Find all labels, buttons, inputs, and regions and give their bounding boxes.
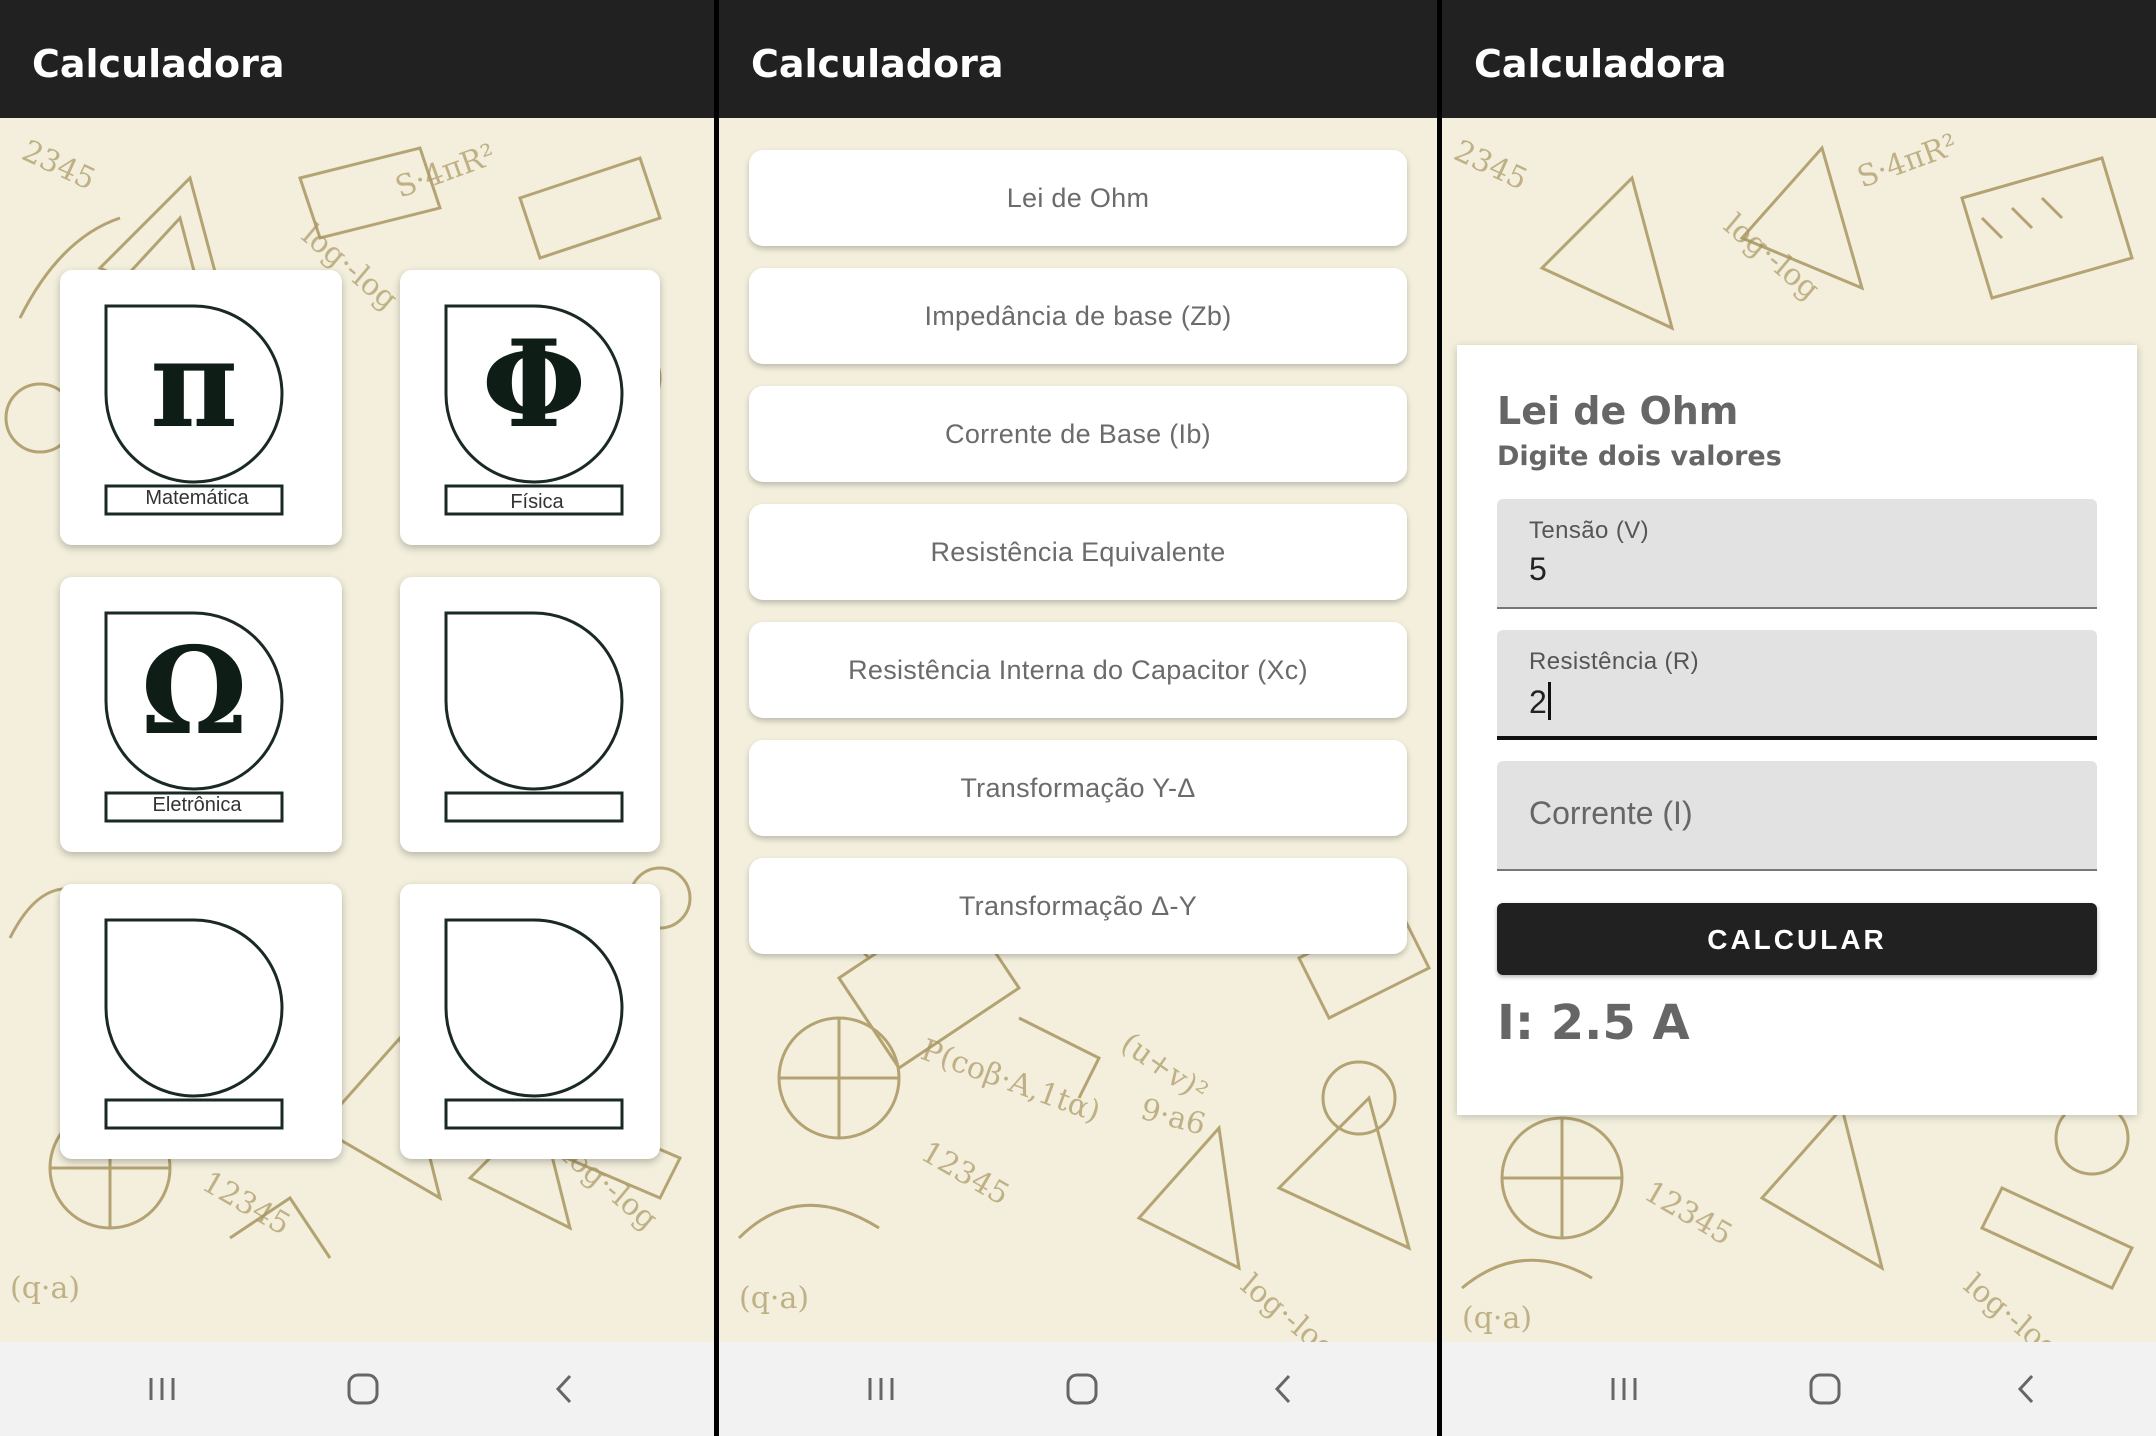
system-nav-bar [719, 1342, 1437, 1436]
svg-text:log·-log: log·-log [1957, 1267, 2066, 1342]
back-icon[interactable] [1259, 1364, 1309, 1414]
svg-text:12345: 12345 [915, 1135, 1015, 1213]
pi-icon: π [150, 314, 238, 455]
tile-empty[interactable] [400, 884, 660, 1159]
screen-categories: Calculadora 2345 S·4πR² log·-log 12345 l… [0, 0, 714, 1436]
tile-matematica[interactable]: π Matemática [60, 270, 342, 545]
voltage-field[interactable]: Tensão (V) 5 [1497, 499, 2097, 609]
home-icon[interactable] [1057, 1364, 1107, 1414]
tile-label: Matemática [145, 487, 249, 509]
ohms-law-card: Lei de Ohm Digite dois valores Tensão (V… [1457, 345, 2137, 1115]
card-subtitle: Digite dois valores [1497, 441, 1782, 472]
omega-icon: Ω [140, 621, 248, 762]
svg-text:(q·a): (q·a) [1462, 1301, 1532, 1336]
voltage-field-label: Tensão (V) [1529, 517, 1650, 544]
tile-empty[interactable] [400, 577, 660, 852]
recent-apps-icon[interactable] [856, 1364, 906, 1414]
svg-text:12345: 12345 [1638, 1175, 1738, 1253]
text-cursor [1547, 682, 1551, 720]
back-icon[interactable] [2002, 1364, 2052, 1414]
tile-eletronica[interactable]: Ω Eletrônica [60, 577, 342, 852]
svg-text:log·-log: log·-log [1717, 207, 1826, 307]
screen-electronics-list: Calculadora P(coβ·A,1tα) (u+v)² 9·a6 123… [719, 0, 1437, 1436]
resistance-field-label: Resistência (R) [1529, 648, 1700, 675]
badge-outline-icon [104, 918, 284, 1130]
list-item-corrente-de-base[interactable]: Corrente de Base (Ib) [749, 386, 1407, 482]
list-item-resistencia-equivalente[interactable]: Resistência Equivalente [749, 504, 1407, 600]
tile-empty[interactable] [60, 884, 342, 1159]
screen-ohms-law: Calculadora 2345 S·4πR² log·-log 12345 l… [1442, 0, 2156, 1436]
phi-icon: Φ [481, 314, 587, 455]
tile-label: Eletrônica [152, 794, 242, 816]
resistance-field[interactable]: Resistência (R) 2 [1497, 630, 2097, 740]
resistance-field-content: 2 [1529, 682, 1551, 721]
svg-text:(q·a): (q·a) [739, 1281, 809, 1316]
tile-fisica[interactable]: Φ Física [400, 270, 660, 545]
list-item-impedancia-de-base[interactable]: Impedância de base (Zb) [749, 268, 1407, 364]
home-icon[interactable] [338, 1364, 388, 1414]
voltage-field-value: 5 [1529, 551, 1547, 587]
svg-text:log·-log: log·-log [1234, 1267, 1343, 1342]
badge-outline-icon [444, 918, 624, 1130]
svg-text:2345: 2345 [17, 134, 101, 198]
result-text: I: 2.5 A [1497, 995, 1690, 1051]
svg-text:S·4πR²: S·4πR² [1853, 127, 1962, 195]
home-icon[interactable] [1800, 1364, 1850, 1414]
svg-text:(q·a): (q·a) [10, 1271, 80, 1306]
current-field-placeholder: Corrente (I) [1529, 795, 1693, 831]
list-item-resistencia-interna-capacitor[interactable]: Resistência Interna do Capacitor (Xc) [749, 622, 1407, 718]
calcular-button[interactable]: CALCULAR [1497, 903, 2097, 975]
svg-text:S·4πR²: S·4πR² [391, 137, 500, 205]
svg-text:2345: 2345 [1449, 134, 1533, 198]
card-title: Lei de Ohm [1497, 389, 1739, 433]
recent-apps-icon[interactable] [137, 1364, 187, 1414]
back-icon[interactable] [540, 1364, 590, 1414]
recent-apps-icon[interactable] [1599, 1364, 1649, 1414]
system-nav-bar [0, 1342, 714, 1436]
app-bar-title: Calculadora [1442, 0, 2156, 118]
current-field[interactable]: Corrente (I) [1497, 761, 2097, 871]
list-item-transformacao-delta-y[interactable]: Transformação Δ-Y [749, 858, 1407, 954]
list-item-transformacao-y-delta[interactable]: Transformação Y-Δ [749, 740, 1407, 836]
system-nav-bar [1442, 1342, 2156, 1436]
app-bar-title: Calculadora [0, 0, 714, 118]
app-bar-title: Calculadora [719, 0, 1437, 118]
list-item-lei-de-ohm[interactable]: Lei de Ohm [749, 150, 1407, 246]
tile-label: Física [510, 491, 564, 513]
svg-text:12345: 12345 [196, 1165, 296, 1243]
resistance-field-value: 2 [1529, 684, 1547, 720]
badge-outline-icon [444, 611, 624, 823]
